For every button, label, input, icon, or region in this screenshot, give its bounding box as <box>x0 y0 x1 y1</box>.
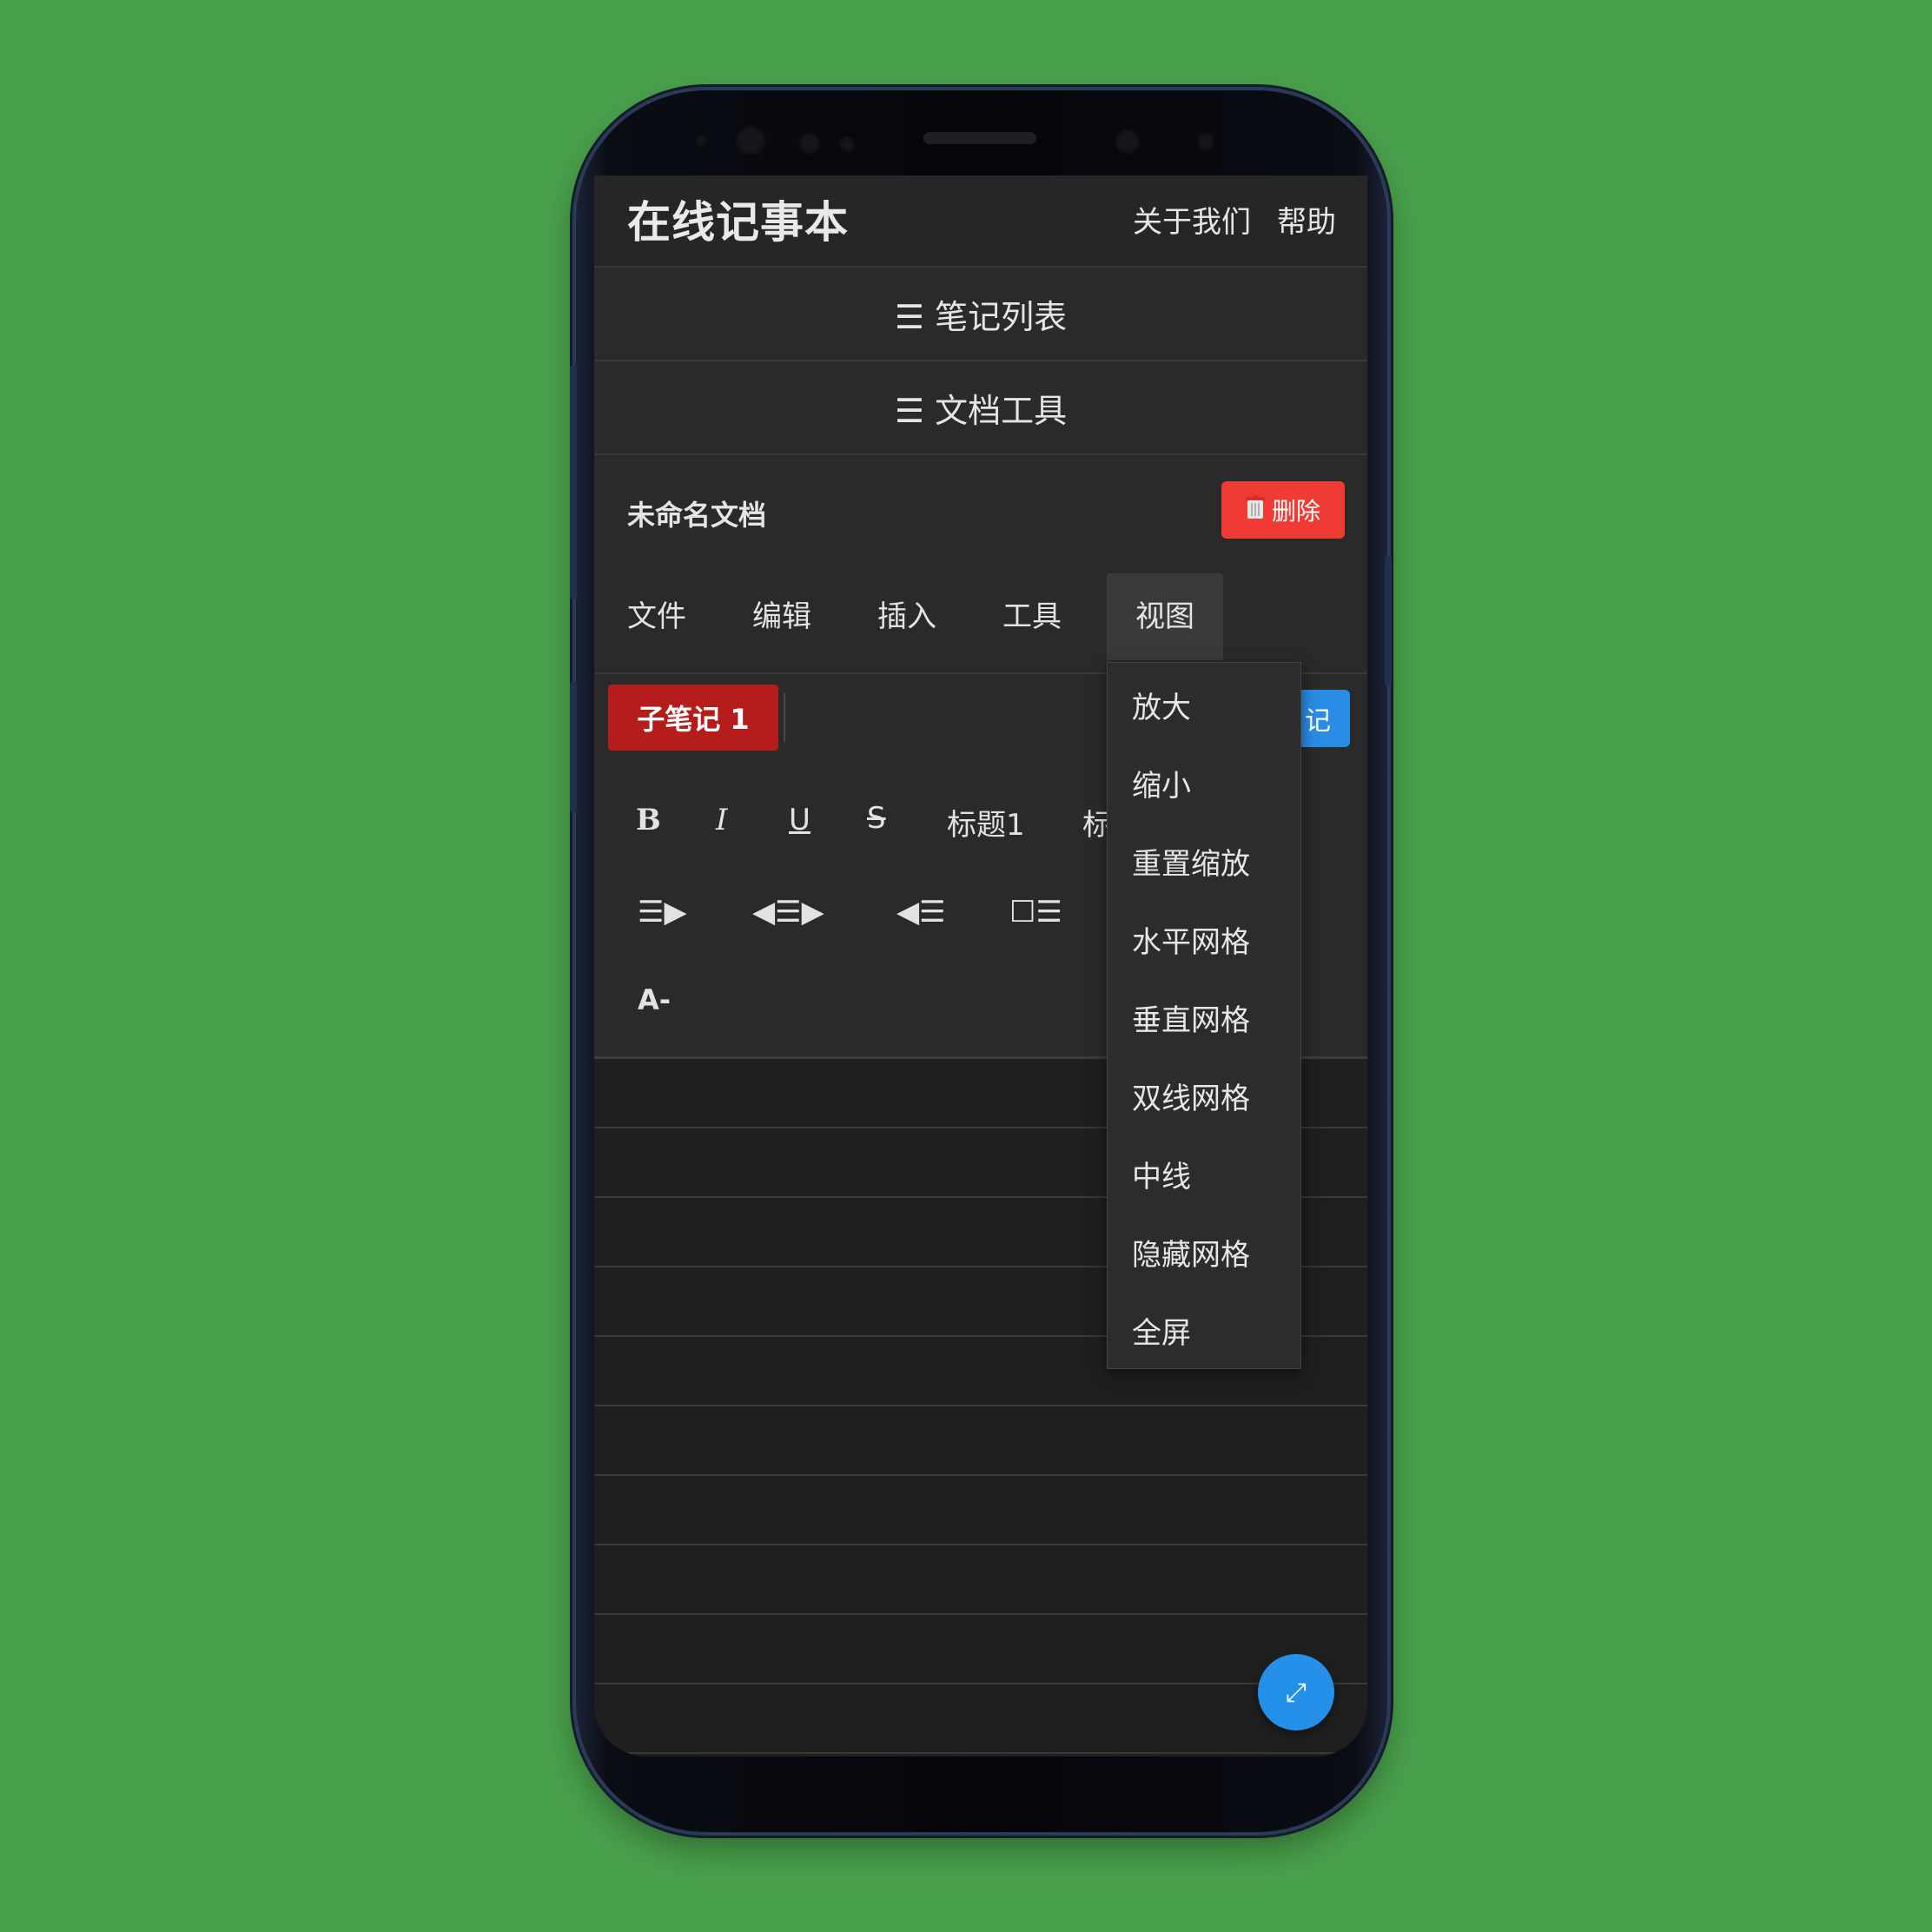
heading1-button[interactable]: 标题1 <box>947 801 1025 844</box>
sensor-dot <box>1196 132 1215 151</box>
app-header: 在线记事本 关于我们 帮助 <box>594 175 1367 268</box>
align-center-button[interactable]: ◀☰▶ <box>752 895 824 930</box>
sensor-dot <box>838 136 856 153</box>
view-vertical-grid[interactable]: 垂直网格 <box>1132 996 1250 1039</box>
sensor-dot <box>694 134 708 148</box>
menu-file[interactable]: 文件 <box>612 573 702 660</box>
view-zoom-in[interactable]: 放大 <box>1132 684 1191 726</box>
note-list-toggle[interactable]: ☰ 笔记列表 <box>594 268 1367 361</box>
menu-insert[interactable]: 插入 <box>862 573 952 660</box>
fullscreen-fab[interactable]: ⤢ <box>1258 1654 1334 1730</box>
sensor-dot <box>798 132 821 155</box>
app-title: 在线记事本 <box>627 197 849 248</box>
delete-label: 删除 <box>1271 497 1320 526</box>
doc-tools-toggle[interactable]: ☰ 文档工具 <box>594 361 1367 455</box>
grid-line <box>594 1683 1367 1684</box>
bixby-button <box>570 682 577 812</box>
tab-divider <box>784 693 785 742</box>
view-horizontal-grid[interactable]: 水平网格 <box>1132 918 1250 961</box>
strikethrough-button[interactable]: S <box>867 801 886 836</box>
menu-tools[interactable]: 工具 <box>987 573 1077 660</box>
menu-edit[interactable]: 编辑 <box>737 573 827 660</box>
outdent-button[interactable]: ◀☰ <box>897 895 946 930</box>
view-zoom-out[interactable]: 缩小 <box>1132 762 1191 804</box>
trash-icon <box>1245 494 1265 526</box>
view-hide-grid[interactable]: 隐藏网格 <box>1132 1231 1250 1274</box>
menu-bar: 文件 编辑 插入 工具 视图 <box>594 565 1367 674</box>
checklist-button[interactable]: ☐☰ <box>1009 895 1062 930</box>
iris-camera <box>1115 129 1141 155</box>
help-link[interactable]: 帮助 <box>1277 198 1336 241</box>
speaker-grille <box>923 132 1036 144</box>
view-dropdown-menu: 放大 缩小 重置缩放 水平网格 垂直网格 双线网格 中线 隐藏网格 全屏 <box>1107 662 1301 1369</box>
subnote-tab-active[interactable]: 子笔记 1 <box>608 685 778 751</box>
power-button <box>1385 556 1392 686</box>
bold-button[interactable]: B <box>636 803 661 837</box>
about-link[interactable]: 关于我们 <box>1133 198 1251 241</box>
view-fullscreen[interactable]: 全屏 <box>1132 1309 1191 1352</box>
view-reset-zoom[interactable]: 重置缩放 <box>1132 840 1250 883</box>
indent-button[interactable]: ☰▶ <box>638 895 687 930</box>
view-double-grid[interactable]: 双线网格 <box>1132 1075 1250 1117</box>
grid-line <box>594 1474 1367 1476</box>
front-camera <box>735 125 766 156</box>
font-smaller-button[interactable]: A- <box>638 983 671 1016</box>
document-header: 未命名文档 删除 <box>594 455 1367 566</box>
app-screen: 在线记事本 关于我们 帮助 ☰ 笔记列表 ☰ 文档工具 未命名文档 删除 文件 … <box>594 175 1367 1757</box>
underline-button[interactable]: U <box>789 803 811 837</box>
volume-button <box>570 365 577 599</box>
grid-line <box>594 1405 1367 1406</box>
grid-line <box>594 1613 1367 1615</box>
menu-view[interactable]: 视图 <box>1107 573 1223 660</box>
italic-button[interactable]: I <box>716 803 727 837</box>
document-title[interactable]: 未命名文档 <box>627 493 766 533</box>
view-center-line[interactable]: 中线 <box>1132 1153 1191 1195</box>
grid-line <box>594 1544 1367 1545</box>
grid-line <box>594 1752 1367 1754</box>
expand-icon: ⤢ <box>1286 1677 1307 1708</box>
delete-button[interactable]: 删除 <box>1221 481 1345 539</box>
